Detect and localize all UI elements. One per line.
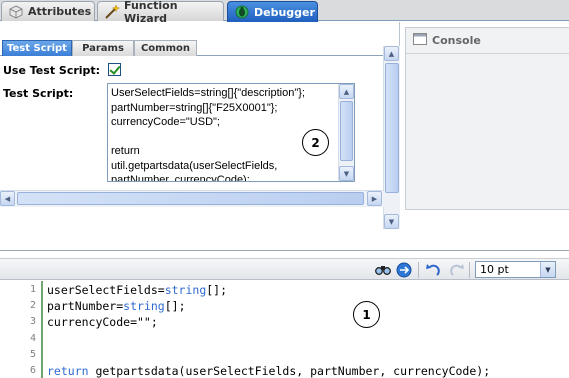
wand-icon xyxy=(104,3,121,19)
console-area: Console xyxy=(401,22,569,210)
tab-function-wizard-label: Function Wizard xyxy=(124,0,178,25)
code-keyword: string xyxy=(123,299,165,314)
debugger-icon xyxy=(234,5,250,19)
code-token: userSelectFields= xyxy=(47,283,165,297)
console-header: Console xyxy=(406,28,569,54)
find-icon[interactable] xyxy=(375,262,391,278)
panel-scroll-down-icon[interactable]: ▼ xyxy=(384,214,399,229)
code-token: partNumber= xyxy=(47,299,124,314)
code-line: userSelectFields=string[]; xyxy=(47,283,227,297)
cube-icon xyxy=(8,4,24,19)
code-token: getpartsdata(userSelectFields, partNumbe… xyxy=(88,364,491,378)
font-size-value: 10 pt xyxy=(480,263,509,276)
code-editor[interactable]: 123456 userSelectFields=string[]; partNum… xyxy=(0,281,569,378)
code-line: partNumber=string[]; xyxy=(47,299,186,313)
scroll-down-icon[interactable]: ▼ xyxy=(339,166,354,181)
code-line: return getpartsdata(userSelectFields, pa… xyxy=(47,364,490,378)
line-number-gutter: 1 2 3 4 5 6 xyxy=(0,281,43,378)
line-number: 2 xyxy=(29,300,36,312)
tab-params[interactable]: Params xyxy=(72,40,134,56)
line-number: 4 xyxy=(29,332,36,344)
scroll-thumb[interactable] xyxy=(340,101,353,161)
tab-common[interactable]: Common xyxy=(134,40,197,56)
code-token: []; xyxy=(164,299,186,314)
line-number: 5 xyxy=(29,348,36,360)
tab-function-wizard[interactable]: Function Wizard xyxy=(97,0,224,25)
scroll-left-icon[interactable]: ◀ xyxy=(0,191,15,206)
panel-splitter[interactable] xyxy=(0,250,569,258)
tab-attributes-label: Attributes xyxy=(28,5,92,18)
console-title: Console xyxy=(432,34,481,47)
toolbar-separator-2 xyxy=(469,262,470,278)
panel-vertical-scrollbar[interactable]: ▲ ▼ xyxy=(383,46,400,229)
callout-2: 2 xyxy=(302,129,329,156)
use-test-script-label: Use Test Script: xyxy=(3,64,101,77)
code-line: currencyCode=""; xyxy=(47,315,158,329)
navigate-icon[interactable] xyxy=(396,262,412,278)
redo-icon[interactable] xyxy=(449,262,465,278)
line-number: 3 xyxy=(29,316,36,328)
code-keyword: return xyxy=(47,364,89,378)
line-number: 6 xyxy=(29,365,36,376)
chevron-down-icon[interactable]: ▼ xyxy=(540,262,555,277)
scroll-right-icon[interactable]: ▶ xyxy=(367,191,382,206)
panel-horizontal-scrollbar[interactable]: ◀ ▶ xyxy=(0,190,384,207)
tab-attributes[interactable]: Attributes xyxy=(1,1,95,21)
callout-1: 1 xyxy=(353,301,380,328)
code-token: currencyCode=""; xyxy=(47,315,158,330)
textarea-vertical-scrollbar[interactable]: ▲ ▼ xyxy=(338,84,354,181)
code-token: []; xyxy=(206,283,228,297)
tab-test-script[interactable]: Test Script xyxy=(2,40,72,56)
tab-debugger[interactable]: Debugger xyxy=(227,1,318,22)
toolbar-separator xyxy=(418,262,419,278)
sub-tab-strip: Test Script Params Common xyxy=(0,40,384,56)
scroll-up-icon[interactable]: ▲ xyxy=(339,84,354,99)
console-panel: Console xyxy=(405,27,569,210)
editor-toolbar: 10 pt ▼ xyxy=(0,258,569,280)
line-number: 1 xyxy=(29,284,36,295)
panel-scroll-up-icon[interactable]: ▲ xyxy=(384,46,399,61)
console-icon xyxy=(413,33,427,48)
font-size-select[interactable]: 10 pt ▼ xyxy=(475,261,556,278)
use-test-script-checkbox[interactable] xyxy=(108,63,121,76)
undo-icon[interactable] xyxy=(425,262,441,278)
panel-scroll-thumb[interactable] xyxy=(385,63,399,193)
test-script-panel: Test Script Params Common Use Test Scrip… xyxy=(0,22,400,229)
top-tab-strip: Attributes Function Wizard Debugger xyxy=(0,0,569,25)
tab-debugger-label: Debugger xyxy=(254,5,315,19)
code-keyword: string xyxy=(164,283,207,297)
h-scroll-thumb[interactable] xyxy=(17,192,364,205)
test-script-label: Test Script: xyxy=(3,87,74,100)
